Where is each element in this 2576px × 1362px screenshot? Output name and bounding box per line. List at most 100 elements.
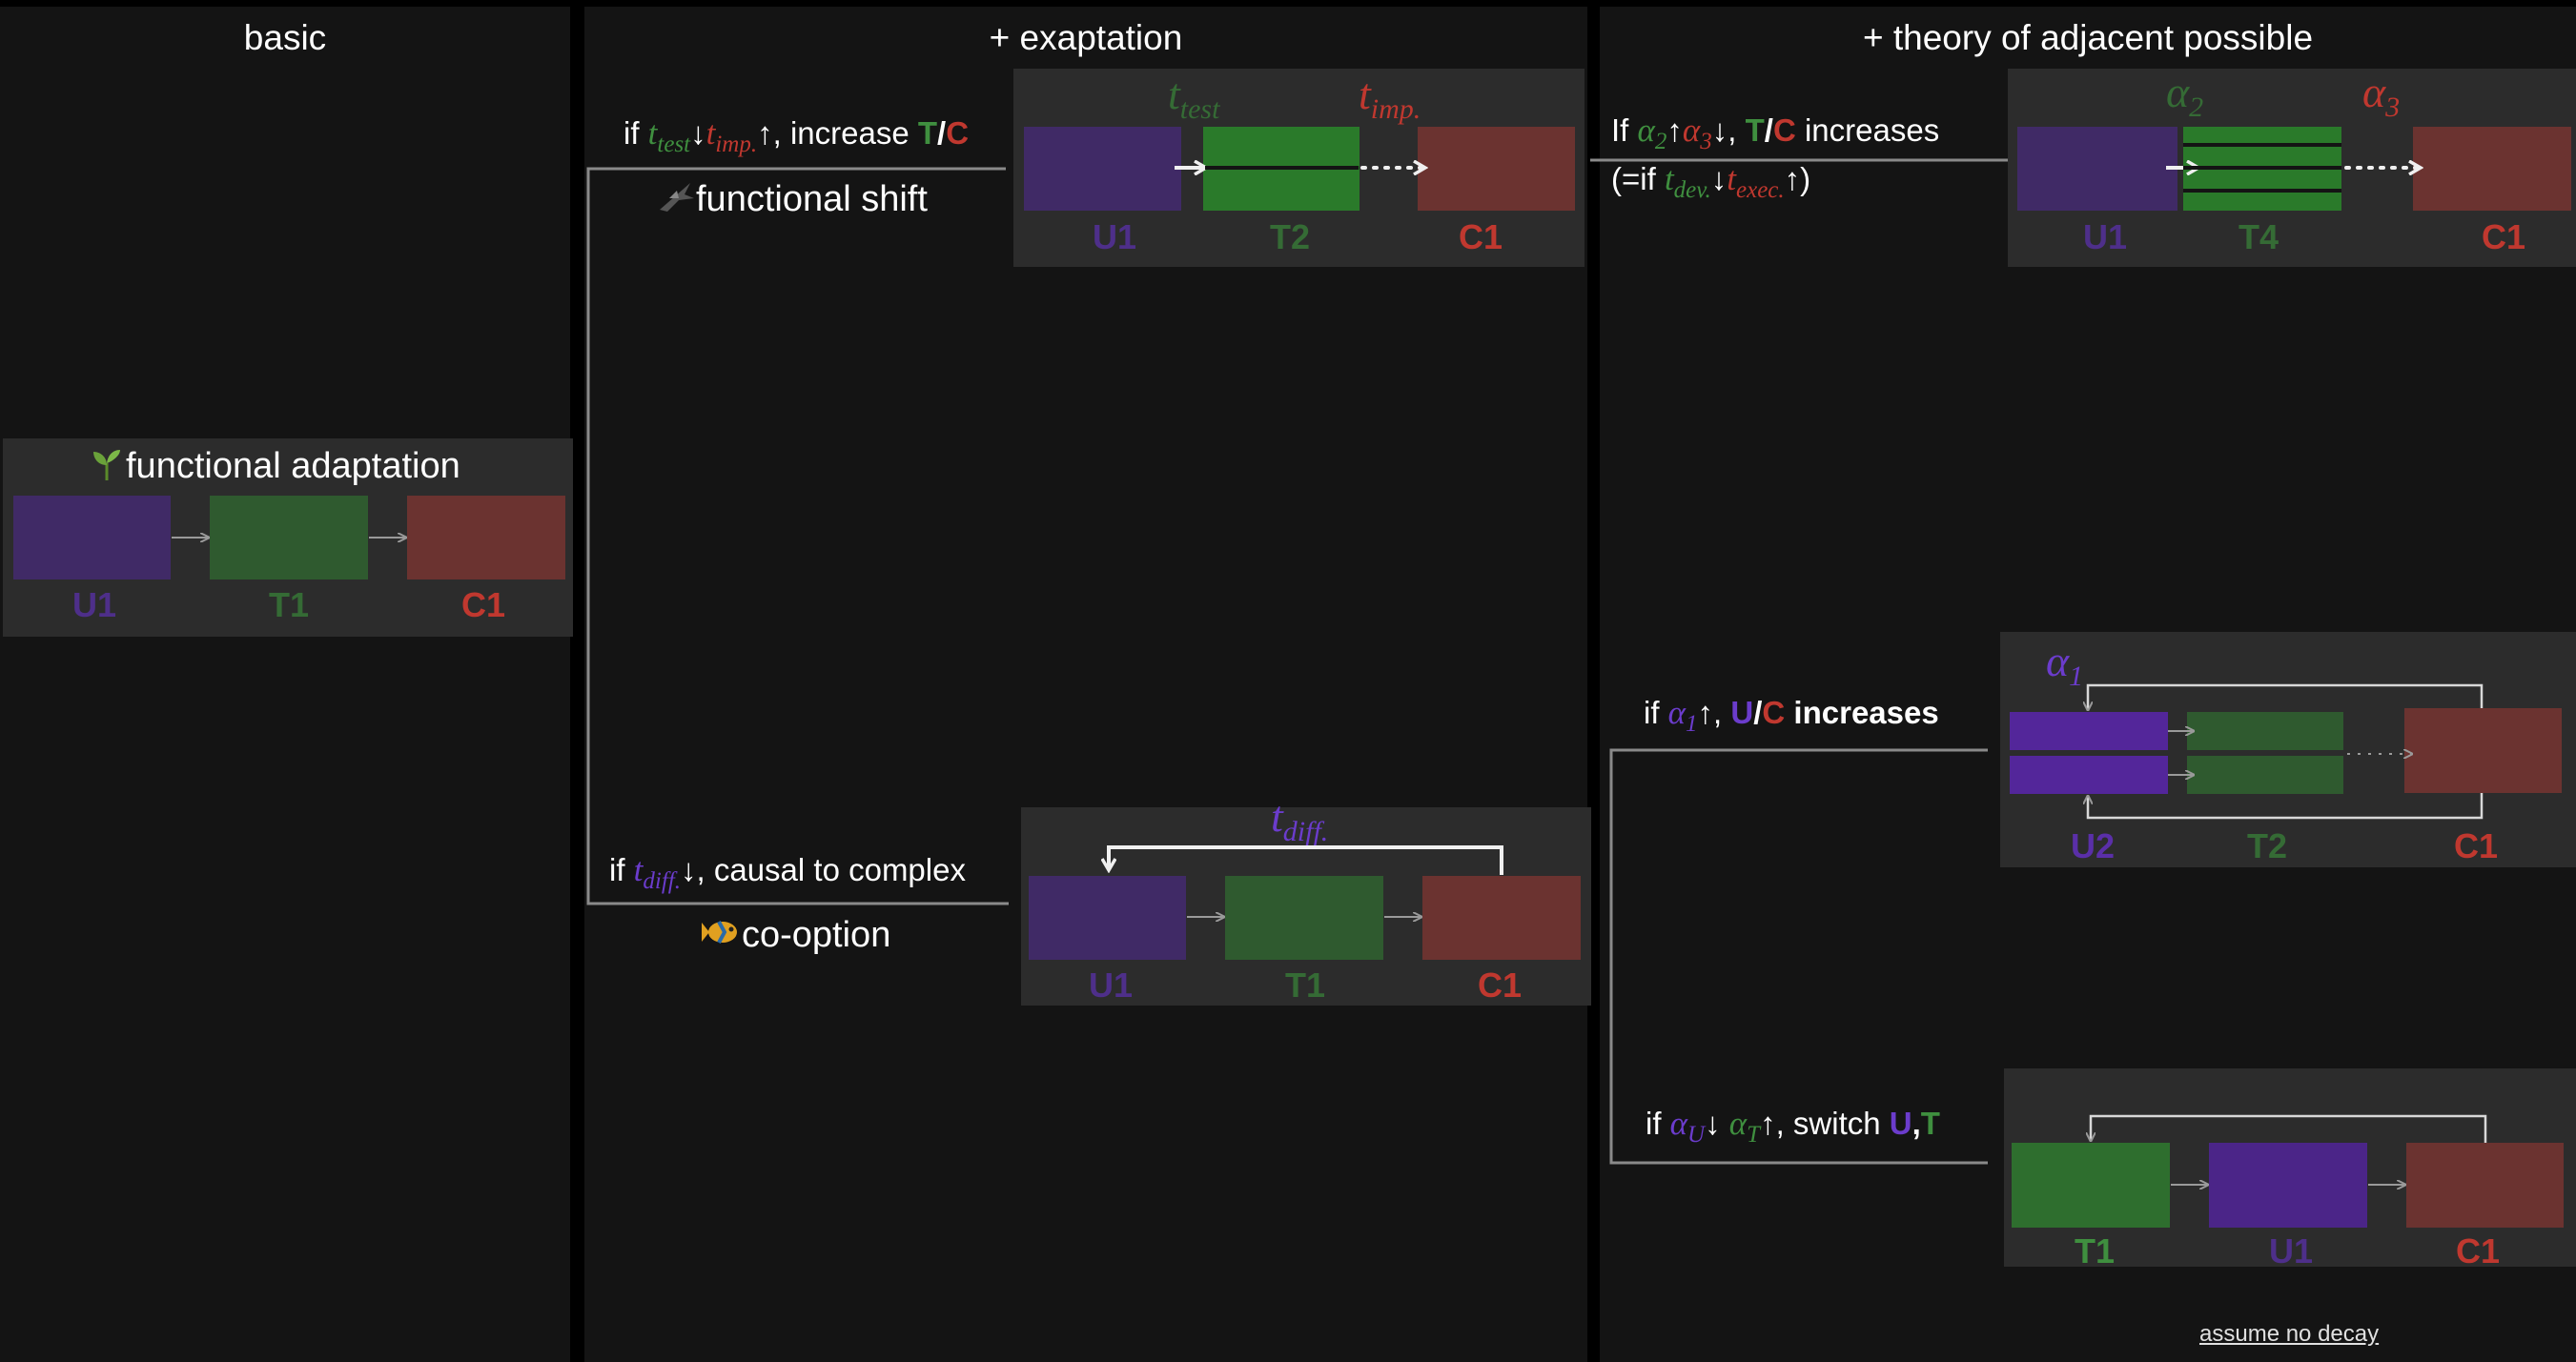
cond-arrow-down: ↓ xyxy=(1705,1106,1721,1141)
cond-prefix: If xyxy=(1611,112,1638,148)
cond-prefix: if xyxy=(1644,695,1668,730)
param-t-diff-subscript: diff. xyxy=(1282,816,1329,848)
cond-comma: , xyxy=(1728,112,1746,148)
cond-U: U xyxy=(1889,1106,1912,1141)
cond-alpha-T-symbol: α xyxy=(1728,1105,1748,1142)
t2-node-upper xyxy=(2187,712,2343,750)
cond-alpha1-subscript: 1 xyxy=(1686,711,1698,737)
cond-U: U xyxy=(1730,695,1754,730)
u2-node-lower xyxy=(2010,756,2168,794)
t1-node xyxy=(1225,876,1383,960)
t1-node xyxy=(210,496,368,579)
t2-node xyxy=(1203,127,1360,211)
param-t-test: ttest xyxy=(1168,69,1219,126)
u2-node-upper xyxy=(2010,712,2168,750)
cond-alpha2: α2 xyxy=(1638,112,1667,154)
param-t-imp: timp. xyxy=(1359,69,1421,126)
functional-shift-condition: if ttest↓timp.↑, increase T/C xyxy=(624,114,969,158)
column-basic: basic xyxy=(0,7,570,1362)
u1-label: U1 xyxy=(72,585,117,624)
co-option-condition: if tdiff.↓, causal to complex xyxy=(609,851,966,895)
adjacent-middle-condition: if α1↑, U/C increases xyxy=(1644,694,1939,738)
cond2-t-exec-subscript: exec. xyxy=(1736,177,1785,203)
diagram-canvas: { "columns": { "basic": "basic", "exapta… xyxy=(0,0,2576,1362)
cond-t-test-subscript: test xyxy=(657,132,691,157)
param-t-test-symbol: t xyxy=(1168,70,1180,118)
cond2-t-dev: tdev. xyxy=(1665,160,1711,203)
cond-t-imp-symbol: t xyxy=(705,114,716,152)
co-option-label: co-option xyxy=(742,915,891,956)
cond-t-diff-symbol: t xyxy=(633,851,644,888)
column-title-basic: basic xyxy=(243,18,327,57)
param-t-diff: tdiff. xyxy=(1271,791,1328,848)
cond2-t-exec: texec. xyxy=(1727,160,1784,203)
cond-t-diff: tdiff. xyxy=(633,851,681,894)
c1-node xyxy=(1418,127,1575,211)
cond-comma: , xyxy=(1912,1106,1921,1141)
cond2-arrow-up: ↑ xyxy=(1784,161,1801,196)
param-alpha2-symbol: α xyxy=(2166,68,2190,116)
c1-label: C1 xyxy=(1477,966,1523,1005)
bird-icon xyxy=(656,177,696,225)
param-alpha3-subscript: 3 xyxy=(2385,91,2401,124)
cond-slash: / xyxy=(1764,112,1773,148)
column-title-adjacent: + theory of adjacent possible xyxy=(1862,18,2314,57)
u1-label: U1 xyxy=(2082,217,2128,256)
cond-t-diff-subscript: diff. xyxy=(643,868,681,894)
u1-node xyxy=(2209,1143,2367,1228)
t1-label: T1 xyxy=(2074,1231,2115,1271)
cond-alpha1-symbol: α xyxy=(1667,694,1687,731)
cond-arrow-up: ↑ xyxy=(1666,112,1683,148)
cond-T: T xyxy=(1920,1106,1940,1141)
cond-T: T xyxy=(917,115,938,151)
cond-alpha-U: αU xyxy=(1669,1105,1705,1148)
seedling-icon xyxy=(88,444,126,492)
cond-alpha-T-subscript: T xyxy=(1747,1122,1761,1148)
cond-arrow-down: ↓ xyxy=(690,115,706,151)
cond-C: C xyxy=(946,115,970,151)
t1-node xyxy=(2012,1143,2170,1228)
cond-arrow-down: ↓ xyxy=(1711,112,1728,148)
cond-slash: / xyxy=(937,115,947,151)
cond-t-test: ttest xyxy=(648,114,690,157)
c1-node xyxy=(2404,708,2562,793)
param-alpha2: α2 xyxy=(2166,67,2203,124)
param-alpha1-symbol: α xyxy=(2046,637,2070,685)
u1-node xyxy=(2017,127,2177,211)
footnote: assume no decay xyxy=(2199,1321,2380,1347)
cond-middle: , switch xyxy=(1775,1106,1890,1141)
cond2-t-dev-subscript: dev. xyxy=(1673,177,1711,203)
t2-label: T2 xyxy=(2246,826,2287,865)
c1-node xyxy=(2413,127,2571,211)
functional-shift-title: functional shift xyxy=(656,177,928,225)
t1-label: T1 xyxy=(268,585,309,624)
t4-label: T4 xyxy=(2238,217,2279,256)
param-t-imp-symbol: t xyxy=(1359,70,1371,118)
param-alpha1-subscript: 1 xyxy=(2069,661,2084,693)
param-alpha3-symbol: α xyxy=(2362,68,2386,116)
cond-alpha3-subscript: 3 xyxy=(1700,129,1712,154)
t4-node xyxy=(2183,127,2341,211)
cond-post: , causal to complex xyxy=(696,852,966,887)
cond-alpha3-symbol: α xyxy=(1682,112,1701,149)
param-t-test-subscript: test xyxy=(1179,93,1220,126)
c1-label: C1 xyxy=(2481,217,2526,256)
cond-prefix: if xyxy=(624,115,648,151)
c1-node xyxy=(407,496,565,579)
u1-node xyxy=(1024,127,1181,211)
cond2-arrow-down: ↓ xyxy=(1710,161,1728,196)
param-alpha2-subscript: 2 xyxy=(2189,91,2204,124)
cond-comma: , xyxy=(1713,695,1731,730)
cond-t-imp: timp. xyxy=(705,114,757,157)
cond-C: C xyxy=(1772,112,1796,148)
functional-shift-label: functional shift xyxy=(696,179,928,220)
cond-arrow-up: ↑ xyxy=(757,115,773,151)
cond2-prefix: (=if xyxy=(1611,161,1665,196)
t1-label: T1 xyxy=(1284,966,1325,1005)
u1-label: U1 xyxy=(2268,1231,2314,1271)
cond-alpha-U-subscript: U xyxy=(1687,1122,1706,1148)
cond-alpha-U-symbol: α xyxy=(1669,1105,1688,1142)
t2-label: T2 xyxy=(1269,217,1310,256)
cond-alpha-T: αT xyxy=(1728,1105,1760,1148)
u1-node xyxy=(1029,876,1186,960)
